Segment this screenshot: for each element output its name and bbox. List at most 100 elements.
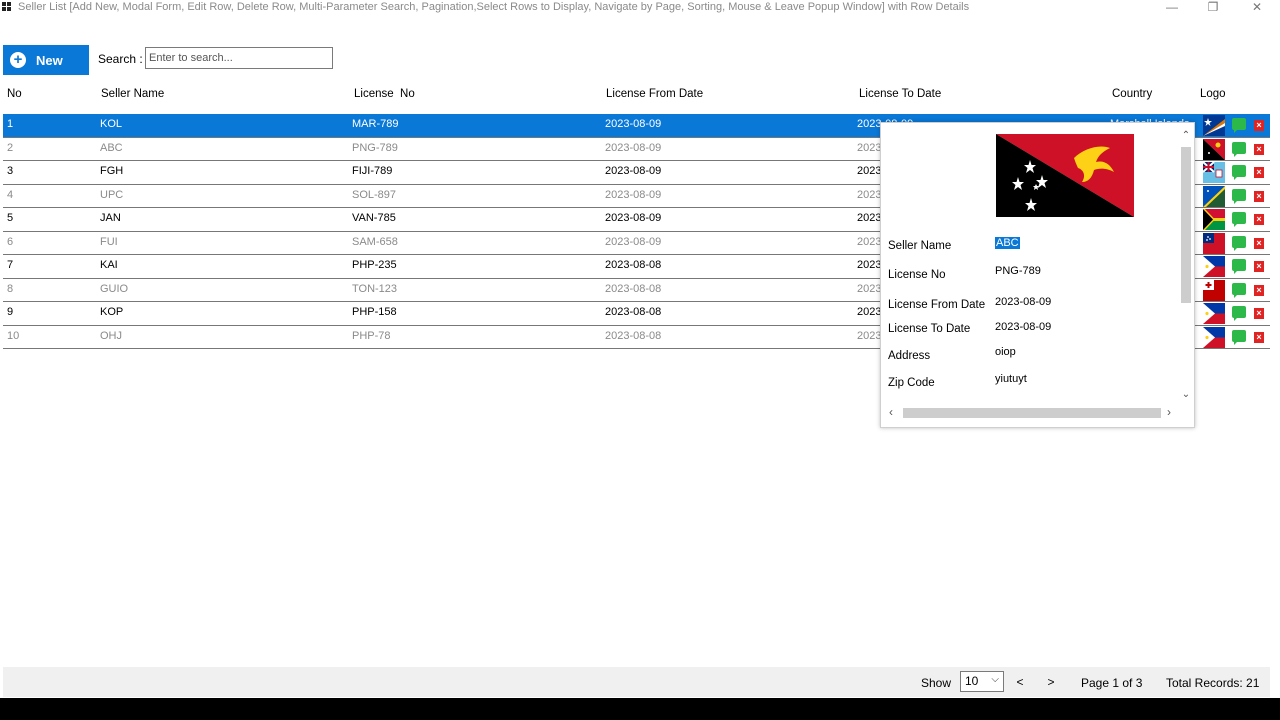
cell-license: PHP-235 [352, 259, 397, 271]
column-header-license-no[interactable]: License No [354, 88, 415, 104]
search-input[interactable] [145, 47, 333, 69]
popup-field-label: Address [888, 350, 931, 362]
edit-row-icon[interactable] [1232, 212, 1246, 227]
cell-from: 2023-08-09 [605, 188, 662, 201]
cell-seller: KOL [100, 118, 123, 130]
delete-row-icon[interactable]: × [1254, 190, 1264, 202]
popup-field-label: Seller Name [888, 240, 952, 252]
cell-no: 8 [7, 282, 14, 295]
pager-bar: Show 10 ⌵ < > Page 1 of 3 Total Records:… [3, 667, 1270, 697]
new-button[interactable]: + New [3, 45, 89, 75]
popup-field-value: 2023-08-09 [995, 296, 1052, 308]
cell-seller: GUIO [100, 282, 129, 295]
cell-seller: KAI [100, 259, 118, 271]
close-button[interactable]: ✕ [1237, 0, 1277, 16]
window-title: Seller List [Add New, Modal Form, Edit R… [18, 1, 970, 13]
rows-per-page-select[interactable]: 10 ⌵ [960, 671, 1004, 692]
cell-seller: UPC [100, 188, 124, 201]
papua-new-guinea-flag-icon [1203, 138, 1225, 160]
cell-license: FIJI-789 [352, 165, 393, 177]
delete-row-icon[interactable]: × [1254, 308, 1264, 319]
title-bar: Seller List [Add New, Modal Form, Edit R… [0, 0, 1280, 18]
cell-no: 3 [7, 165, 14, 177]
popup-field-value: 2023-08-09 [995, 321, 1052, 333]
delete-row-icon[interactable]: × [1254, 331, 1264, 343]
edit-row-icon[interactable] [1232, 118, 1246, 133]
delete-row-icon[interactable]: × [1254, 143, 1264, 155]
cell-license: VAN-785 [352, 212, 396, 224]
cell-from: 2023-08-09 [605, 235, 662, 248]
page-indicator: Page 1 of 3 [1081, 676, 1143, 690]
delete-row-icon[interactable]: × [1254, 214, 1264, 225]
horizontal-scroll-thumb[interactable] [903, 408, 1161, 418]
cell-license: PHP-78 [352, 329, 391, 342]
cell-to: 2023 [857, 329, 882, 342]
column-header-license-from-date[interactable]: License From Date [606, 88, 703, 104]
cell-from: 2023-08-08 [605, 259, 662, 271]
scroll-right-icon[interactable]: › [1167, 405, 1171, 419]
cell-to: 2023 [857, 141, 882, 154]
rows-per-page-value: 10 [965, 674, 979, 688]
philippines-flag-icon [1203, 256, 1225, 277]
cell-from: 2023-08-08 [605, 282, 662, 295]
delete-row-icon[interactable]: × [1254, 167, 1264, 178]
cell-license: PHP-158 [352, 306, 397, 318]
delete-row-icon[interactable]: × [1254, 120, 1264, 131]
scroll-left-icon[interactable]: ‹ [889, 405, 893, 419]
cell-from: 2023-08-09 [605, 212, 662, 224]
cell-to: 2023 [857, 188, 882, 201]
edit-row-icon[interactable] [1232, 141, 1246, 157]
edit-row-icon[interactable] [1232, 235, 1246, 251]
delete-row-icon[interactable]: × [1254, 284, 1264, 296]
philippines-flag-icon [1203, 303, 1225, 324]
vanuatu-flag-icon [1203, 209, 1225, 230]
row-details-popup: Seller Name ABC License No PNG-789 License F… [880, 122, 1195, 428]
cell-seller: JAN [100, 212, 121, 224]
scroll-down-icon[interactable]: ⌄ [1180, 389, 1192, 400]
popup-vertical-scrollbar[interactable]: ⌃ ⌄ [1178, 130, 1194, 407]
cell-to: 2023 [857, 235, 882, 248]
delete-row-icon[interactable]: × [1254, 237, 1264, 249]
prev-page-button[interactable]: < [1014, 675, 1026, 689]
plus-circle-icon: + [10, 52, 26, 68]
next-page-button[interactable]: > [1045, 675, 1057, 689]
popup-field-value: ABC [995, 237, 1020, 249]
column-header-no[interactable]: No [7, 88, 22, 104]
column-header-country[interactable]: Country [1112, 88, 1152, 104]
maximize-button[interactable]: ❐ [1193, 0, 1233, 16]
cell-no: 1 [7, 118, 14, 130]
philippines-flag-icon [1203, 326, 1225, 348]
cell-from: 2023-08-09 [605, 165, 662, 177]
cell-no: 2 [7, 141, 14, 154]
cell-no: 5 [7, 212, 14, 224]
cell-no: 7 [7, 259, 14, 271]
cell-from: 2023-08-09 [605, 118, 662, 130]
cell-seller: ABC [100, 141, 123, 154]
edit-row-icon[interactable] [1232, 282, 1246, 298]
column-header-seller-name[interactable]: Seller Name [101, 88, 164, 104]
cell-no: 4 [7, 188, 14, 201]
delete-row-icon[interactable]: × [1254, 261, 1264, 272]
new-button-label: New [36, 53, 63, 68]
popup-horizontal-scrollbar[interactable]: ‹ › [885, 405, 1175, 420]
minimize-button[interactable]: — [1152, 0, 1192, 16]
popup-field-label: Zip Code [888, 377, 935, 389]
column-header-logo[interactable]: Logo [1200, 88, 1226, 104]
cell-license: SAM-658 [352, 235, 398, 248]
edit-row-icon[interactable] [1232, 306, 1246, 321]
popup-field-value: oiop [995, 346, 1016, 358]
cell-license: TON-123 [352, 282, 398, 295]
cell-from: 2023-08-08 [605, 329, 662, 342]
edit-row-icon[interactable] [1232, 188, 1246, 204]
vertical-scroll-thumb[interactable] [1181, 147, 1191, 303]
cell-to: 2023 [857, 306, 882, 318]
edit-row-icon[interactable] [1232, 165, 1246, 180]
cell-seller: KOP [100, 306, 124, 318]
scroll-up-icon[interactable]: ⌃ [1180, 130, 1192, 141]
edit-row-icon[interactable] [1232, 329, 1246, 345]
column-header-license-to-date[interactable]: License To Date [859, 88, 941, 104]
edit-row-icon[interactable] [1232, 259, 1246, 274]
cell-from: 2023-08-08 [605, 306, 662, 318]
cell-from: 2023-08-09 [605, 141, 662, 154]
papua-new-guinea-flag-icon [996, 134, 1134, 217]
